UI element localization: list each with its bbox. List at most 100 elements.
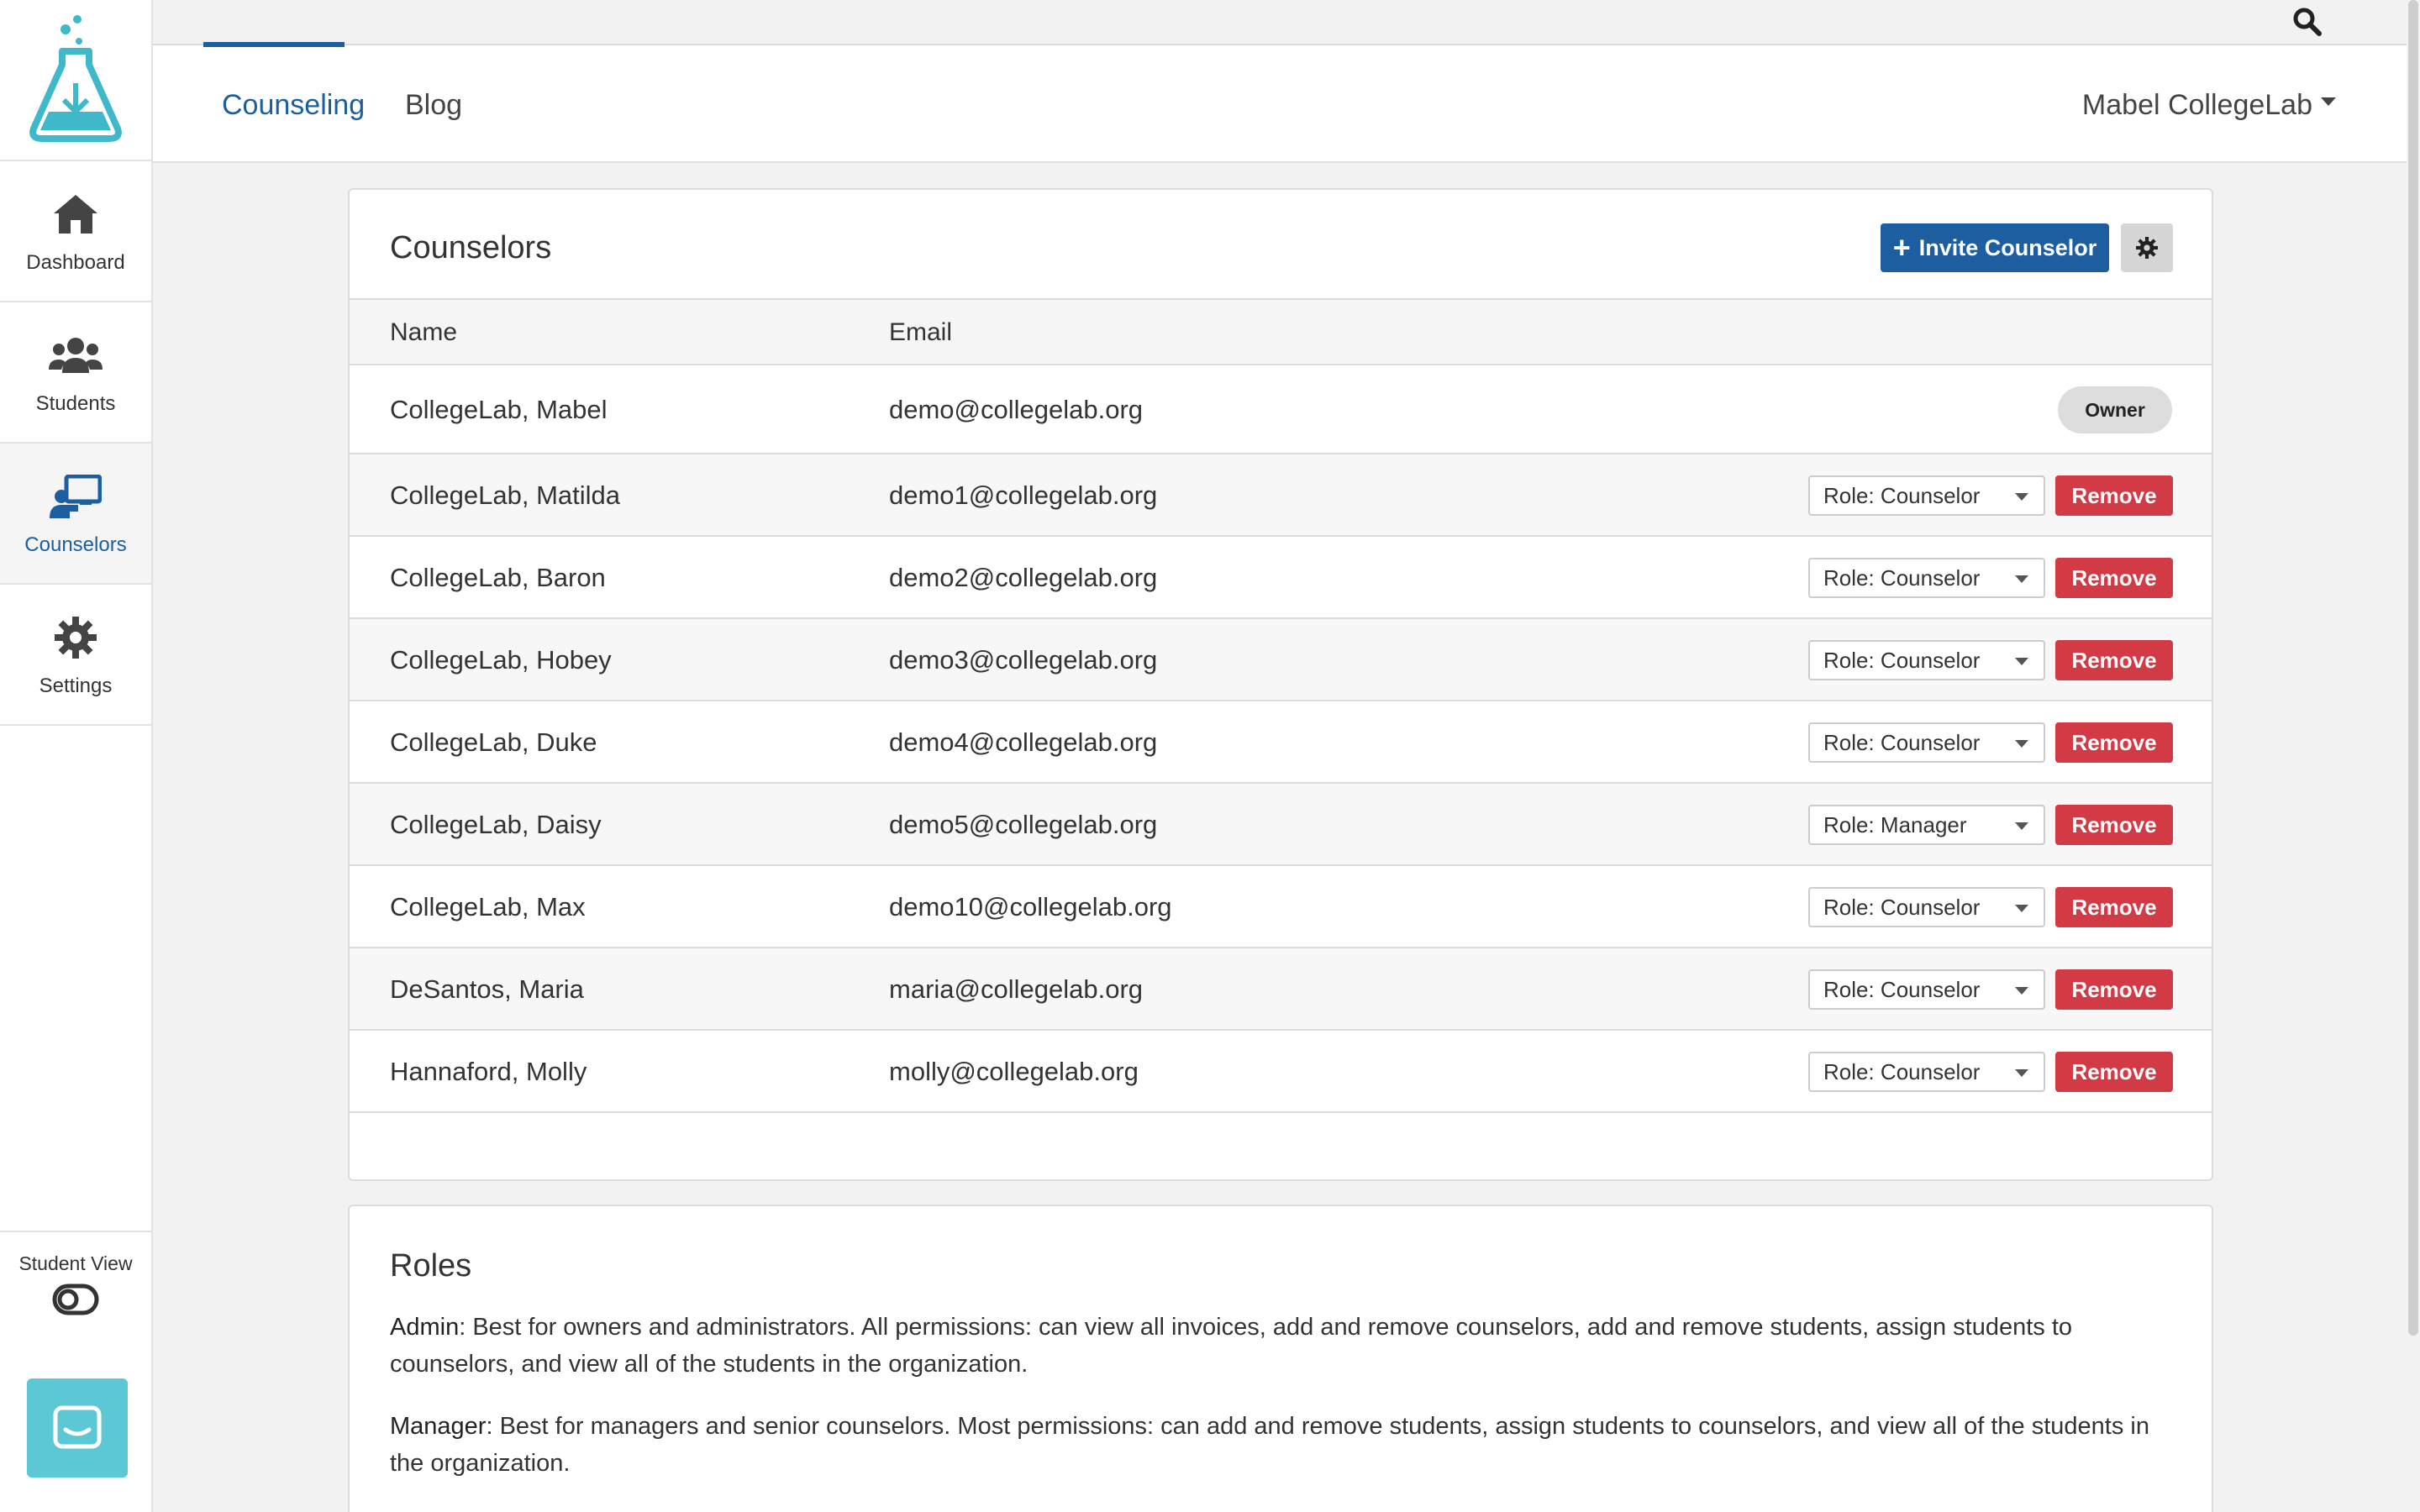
role-select[interactable]: Role: Counselor bbox=[1808, 887, 2045, 927]
counselor-name: CollegeLab, Baron bbox=[390, 563, 606, 592]
role-text-manager: : Best for managers and senior counselor… bbox=[390, 1413, 2149, 1477]
table-row: CollegeLab, Daisy demo5@collegelab.org Rol… bbox=[350, 784, 2212, 866]
roles-card: Roles Admin: Best for owners and adminis… bbox=[348, 1205, 2213, 1512]
counselor-name: CollegeLab, Hobey bbox=[390, 645, 612, 675]
counselor-name: CollegeLab, Duke bbox=[390, 727, 597, 757]
role-description-admin: Admin: Best for owners and administrator… bbox=[390, 1309, 2180, 1383]
role-select-value: Role: Counselor bbox=[1823, 895, 1981, 920]
caret-down-icon bbox=[2015, 493, 2028, 501]
role-select[interactable]: Role: Counselor bbox=[1808, 722, 2045, 763]
invite-counselor-button[interactable]: + Invite Counselor bbox=[1881, 223, 2109, 272]
role-select-value: Role: Manager bbox=[1823, 812, 1967, 837]
caret-down-icon bbox=[2015, 905, 2028, 912]
role-term-manager: Manager bbox=[390, 1413, 487, 1440]
role-select-value: Role: Counselor bbox=[1823, 977, 1981, 1002]
counselor-email: demo4@collegelab.org bbox=[889, 727, 1158, 757]
counselor-email: demo10@collegelab.org bbox=[889, 892, 1172, 921]
chat-launcher-button[interactable] bbox=[27, 1378, 128, 1478]
remove-button[interactable]: Remove bbox=[2055, 558, 2173, 598]
remove-button[interactable]: Remove bbox=[2055, 1052, 2173, 1092]
sidebar-item-settings[interactable]: Settings bbox=[0, 585, 151, 726]
user-menu-dropdown[interactable]: Mabel CollegeLab bbox=[2082, 89, 2336, 122]
caret-down-icon bbox=[2015, 1069, 2028, 1077]
student-view-section: Student View bbox=[0, 1231, 151, 1344]
table-row: CollegeLab, Duke demo4@collegelab.org Role… bbox=[350, 701, 2212, 784]
role-select[interactable]: Role: Counselor bbox=[1808, 1052, 2045, 1092]
role-term-admin: Admin bbox=[390, 1314, 460, 1341]
scroll-thumb[interactable] bbox=[2408, 0, 2418, 1336]
sidebar-item-students[interactable]: Students bbox=[0, 302, 151, 444]
counselor-name: CollegeLab, Daisy bbox=[390, 810, 602, 839]
counselor-name: CollegeLab, Max bbox=[390, 892, 586, 921]
table-header: Name Email bbox=[350, 298, 2212, 365]
tab-counseling[interactable]: Counseling bbox=[222, 89, 365, 122]
role-select-value: Role: Counselor bbox=[1823, 1059, 1981, 1084]
logo[interactable] bbox=[0, 0, 151, 161]
counselor-name: DeSantos, Maria bbox=[390, 974, 584, 1004]
sidebar-item-label: Dashboard bbox=[26, 251, 125, 274]
counselor-email: demo@collegelab.org bbox=[889, 395, 1144, 424]
page-scrollbar[interactable] bbox=[2407, 0, 2420, 1512]
role-select-value: Role: Counselor bbox=[1823, 730, 1981, 755]
gear-icon bbox=[55, 617, 97, 659]
column-header-email: Email bbox=[889, 318, 953, 346]
remove-button[interactable]: Remove bbox=[2055, 640, 2173, 680]
tab-blog[interactable]: Blog bbox=[405, 89, 462, 122]
counselor-email: molly@collegelab.org bbox=[889, 1057, 1139, 1086]
table-row: CollegeLab, Mabel demo@collegelab.org Owne… bbox=[350, 365, 2212, 454]
chat-icon bbox=[53, 1405, 102, 1449]
search-icon[interactable] bbox=[2292, 7, 2323, 37]
remove-button[interactable]: Remove bbox=[2055, 805, 2173, 845]
role-select[interactable]: Role: Counselor bbox=[1808, 969, 2045, 1010]
remove-button[interactable]: Remove bbox=[2055, 887, 2173, 927]
caret-down-icon bbox=[2015, 575, 2028, 583]
role-select-value: Role: Counselor bbox=[1823, 648, 1981, 673]
user-name: Mabel CollegeLab bbox=[2081, 89, 2312, 121]
student-view-toggle[interactable] bbox=[52, 1284, 99, 1315]
student-view-label: Student View bbox=[18, 1252, 133, 1274]
table-row: CollegeLab, Matilda demo1@collegelab.org R… bbox=[350, 454, 2212, 537]
flask-logo-icon bbox=[29, 15, 122, 142]
sidebar-item-label: Settings bbox=[39, 675, 113, 697]
home-icon bbox=[54, 195, 97, 234]
role-select-value: Role: Counselor bbox=[1823, 483, 1981, 508]
plus-icon: + bbox=[1892, 230, 1911, 265]
active-tab-indicator bbox=[203, 42, 345, 47]
users-icon bbox=[49, 338, 103, 373]
role-select[interactable]: Role: Counselor bbox=[1808, 640, 2045, 680]
table-row: CollegeLab, Hobey demo3@collegelab.org Rol… bbox=[350, 619, 2212, 701]
counselor-name: CollegeLab, Mabel bbox=[390, 395, 608, 424]
counselor-email: demo5@collegelab.org bbox=[889, 810, 1158, 839]
caret-down-icon bbox=[2015, 822, 2028, 830]
counselor-email: maria@collegelab.org bbox=[889, 974, 1144, 1004]
remove-button[interactable]: Remove bbox=[2055, 969, 2173, 1010]
counselor-email: demo3@collegelab.org bbox=[889, 645, 1158, 675]
role-select[interactable]: Role: Counselor bbox=[1808, 558, 2045, 598]
caret-down-icon bbox=[2321, 97, 2336, 107]
sidebar-item-counselors[interactable]: Counselors bbox=[0, 444, 151, 585]
sidebar: Dashboard Students Counselors Settings S… bbox=[0, 0, 153, 1512]
column-header-name: Name bbox=[390, 318, 458, 346]
counselors-card: Counselors + Invite Counselor Name Email… bbox=[348, 188, 2213, 1181]
table-row: CollegeLab, Max demo10@collegelab.org Role… bbox=[350, 866, 2212, 948]
role-select[interactable]: Role: Counselor bbox=[1808, 475, 2045, 516]
sidebar-item-dashboard[interactable]: Dashboard bbox=[0, 161, 151, 302]
sidebar-item-label: Counselors bbox=[24, 533, 127, 556]
counselors-title: Counselors bbox=[390, 230, 552, 265]
remove-button[interactable]: Remove bbox=[2055, 475, 2173, 516]
caret-down-icon bbox=[2015, 987, 2028, 995]
caret-down-icon bbox=[2015, 658, 2028, 665]
counselor-email: demo1@collegelab.org bbox=[889, 480, 1158, 510]
chalkboard-teacher-icon bbox=[50, 475, 102, 518]
role-select[interactable]: Role: Manager bbox=[1808, 805, 2045, 845]
table-row: Hannaford, Molly molly@collegelab.org Role… bbox=[350, 1031, 2212, 1113]
counselor-settings-button[interactable] bbox=[2121, 223, 2173, 272]
counselor-name: Hannaford, Molly bbox=[390, 1057, 587, 1086]
top-strip bbox=[153, 0, 2407, 45]
roles-title: Roles bbox=[390, 1248, 472, 1284]
counselor-name: CollegeLab, Matilda bbox=[390, 480, 621, 510]
header-nav: Counseling Blog Mabel CollegeLab bbox=[153, 42, 2407, 163]
role-text-admin: : Best for owners and administrators. Al… bbox=[390, 1314, 2073, 1378]
remove-button[interactable]: Remove bbox=[2055, 722, 2173, 763]
owner-badge: Owner bbox=[2058, 386, 2172, 433]
